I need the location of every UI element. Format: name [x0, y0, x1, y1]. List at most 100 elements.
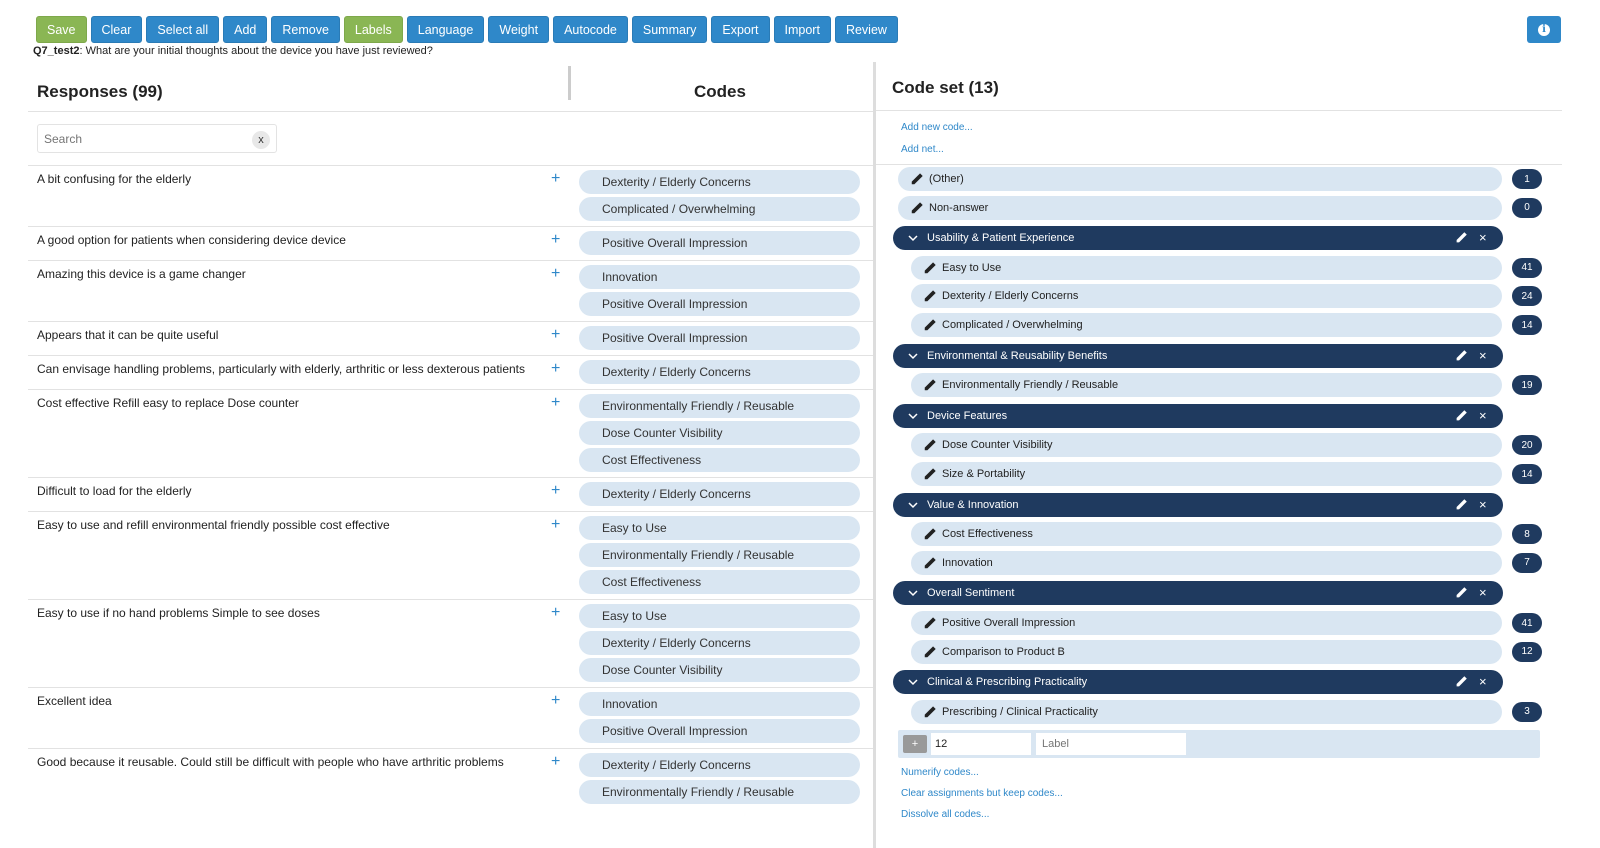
- code-chip[interactable]: Cost Effectiveness: [579, 448, 860, 472]
- add-code-to-response-icon[interactable]: +: [551, 231, 560, 249]
- code-item[interactable]: Prescribing / Clinical Practicality: [911, 699, 1502, 724]
- response-row[interactable]: Easy to use if no hand problems Simple t…: [28, 599, 873, 687]
- add-code-to-response-icon[interactable]: +: [551, 265, 560, 283]
- close-icon[interactable]: ×: [1479, 348, 1487, 363]
- response-row[interactable]: A bit confusing for the elderly + Dexterit…: [28, 165, 873, 226]
- code-chip[interactable]: Environmentally Friendly / Reusable: [579, 780, 860, 804]
- code-net-header[interactable]: Value & Innovation ×: [893, 492, 1503, 517]
- pencil-icon[interactable]: [1455, 231, 1468, 244]
- pencil-icon[interactable]: [923, 556, 937, 570]
- code-chip[interactable]: Complicated / Overwhelming: [579, 197, 860, 221]
- code-net-header[interactable]: Environmental & Reusability Benefits ×: [893, 343, 1503, 368]
- code-chip[interactable]: Environmentally Friendly / Reusable: [579, 394, 860, 418]
- close-icon[interactable]: ×: [1479, 497, 1487, 512]
- pencil-icon[interactable]: [910, 201, 924, 215]
- response-row[interactable]: Amazing this device is a game changer + In…: [28, 260, 873, 321]
- toolbar-summary-button[interactable]: Summary: [631, 16, 708, 43]
- toolbar-export-button[interactable]: Export: [711, 16, 770, 43]
- pencil-icon[interactable]: [923, 645, 937, 659]
- chevron-down-icon[interactable]: [907, 410, 919, 422]
- toolbar-labels-button[interactable]: Labels: [343, 16, 403, 43]
- pencil-icon[interactable]: [1455, 586, 1468, 599]
- code-chip[interactable]: Dexterity / Elderly Concerns: [579, 360, 860, 384]
- toolbar-select-all-button[interactable]: Select all: [146, 16, 220, 43]
- add-code-to-response-icon[interactable]: +: [551, 394, 560, 412]
- code-chip[interactable]: Cost Effectiveness: [579, 570, 860, 594]
- pencil-icon[interactable]: [923, 289, 937, 303]
- response-row[interactable]: Easy to use and refill environmental fri…: [28, 511, 873, 599]
- code-chip[interactable]: Dexterity / Elderly Concerns: [579, 753, 860, 777]
- code-chip[interactable]: Easy to Use: [579, 516, 860, 540]
- add-code-to-response-icon[interactable]: +: [551, 692, 560, 710]
- column-resize-handle[interactable]: [568, 66, 571, 100]
- add-code-to-response-icon[interactable]: +: [551, 360, 560, 378]
- chevron-down-icon[interactable]: [907, 232, 919, 244]
- pencil-icon[interactable]: [923, 318, 937, 332]
- chevron-down-icon[interactable]: [907, 587, 919, 599]
- code-chip[interactable]: Positive Overall Impression: [579, 326, 860, 350]
- pencil-icon[interactable]: [923, 527, 937, 541]
- response-row[interactable]: Cost effective Refill easy to replace Do…: [28, 389, 873, 477]
- code-chip[interactable]: Dose Counter Visibility: [579, 421, 860, 445]
- pencil-icon[interactable]: [923, 438, 937, 452]
- toolbar-add-button[interactable]: Add: [223, 16, 268, 43]
- code-chip[interactable]: Dexterity / Elderly Concerns: [579, 482, 860, 506]
- pencil-icon[interactable]: [923, 616, 937, 630]
- code-chip[interactable]: Dose Counter Visibility: [579, 658, 860, 682]
- add-net-link[interactable]: Add net...: [901, 144, 944, 155]
- add-code-to-response-icon[interactable]: +: [551, 516, 560, 534]
- code-item[interactable]: Easy to Use: [911, 255, 1502, 280]
- toolbar-language-button[interactable]: Language: [406, 16, 485, 43]
- response-row[interactable]: Difficult to load for the elderly + Dexter…: [28, 477, 873, 511]
- dissolve-codes-link[interactable]: Dissolve all codes...: [901, 809, 989, 820]
- numerify-codes-link[interactable]: Numerify codes...: [901, 767, 979, 778]
- code-chip[interactable]: Positive Overall Impression: [579, 231, 860, 255]
- code-item-other[interactable]: (Other): [898, 167, 1502, 191]
- toolbar-weight-button[interactable]: Weight: [488, 16, 550, 43]
- code-item[interactable]: Dose Counter Visibility: [911, 433, 1502, 458]
- toolbar-save-button[interactable]: Save: [36, 16, 87, 43]
- toolbar-autocode-button[interactable]: Autocode: [553, 16, 628, 43]
- code-chip[interactable]: Positive Overall Impression: [579, 292, 860, 316]
- toolbar-clear-button[interactable]: Clear: [90, 16, 143, 43]
- chevron-down-icon[interactable]: [907, 499, 919, 511]
- search-input[interactable]: [38, 125, 238, 153]
- code-net-header[interactable]: Clinical & Prescribing Practicality ×: [893, 670, 1503, 695]
- clear-assignments-link[interactable]: Clear assignments but keep codes...: [901, 788, 1063, 799]
- pencil-icon[interactable]: [1455, 498, 1468, 511]
- close-icon[interactable]: ×: [1479, 585, 1487, 600]
- pencil-icon[interactable]: [1455, 349, 1468, 362]
- search-clear-button[interactable]: x: [252, 131, 270, 149]
- response-row[interactable]: Excellent idea + Innovation Positive Overal…: [28, 687, 873, 748]
- code-item[interactable]: Comparison to Product B: [911, 639, 1502, 664]
- code-net-header[interactable]: Device Features ×: [893, 403, 1503, 428]
- close-icon[interactable]: ×: [1479, 674, 1487, 689]
- pencil-icon[interactable]: [1455, 675, 1468, 688]
- pencil-icon[interactable]: [923, 261, 937, 275]
- code-item-non-answer[interactable]: Non-answer: [898, 195, 1502, 220]
- add-new-code-link[interactable]: Add new code...: [901, 122, 973, 133]
- toolbar-review-button[interactable]: Review: [834, 16, 898, 43]
- add-code-to-response-icon[interactable]: +: [551, 170, 560, 188]
- code-item[interactable]: Positive Overall Impression: [911, 611, 1502, 635]
- add-code-to-response-icon[interactable]: +: [551, 482, 560, 500]
- close-icon[interactable]: ×: [1479, 408, 1487, 423]
- info-button[interactable]: i: [1527, 16, 1561, 43]
- code-item[interactable]: Dexterity / Elderly Concerns: [911, 284, 1502, 309]
- code-chip[interactable]: Dexterity / Elderly Concerns: [579, 170, 860, 194]
- pencil-icon[interactable]: [1455, 409, 1468, 422]
- code-item[interactable]: Innovation: [911, 550, 1502, 575]
- add-code-button[interactable]: +: [903, 735, 927, 753]
- new-code-label-input[interactable]: [1036, 733, 1186, 755]
- pencil-icon[interactable]: [923, 705, 937, 719]
- chevron-down-icon[interactable]: [907, 350, 919, 362]
- code-chip[interactable]: Positive Overall Impression: [579, 719, 860, 743]
- add-code-to-response-icon[interactable]: +: [551, 753, 560, 771]
- response-row[interactable]: A good option for patients when consider…: [28, 226, 873, 260]
- toolbar-remove-button[interactable]: Remove: [271, 16, 340, 43]
- code-item[interactable]: Environmentally Friendly / Reusable: [911, 373, 1502, 398]
- code-net-header[interactable]: Usability & Patient Experience ×: [893, 226, 1503, 251]
- response-row[interactable]: Appears that it can be quite useful + Posi…: [28, 321, 873, 355]
- toolbar-import-button[interactable]: Import: [773, 16, 831, 43]
- code-chip[interactable]: Dexterity / Elderly Concerns: [579, 631, 860, 655]
